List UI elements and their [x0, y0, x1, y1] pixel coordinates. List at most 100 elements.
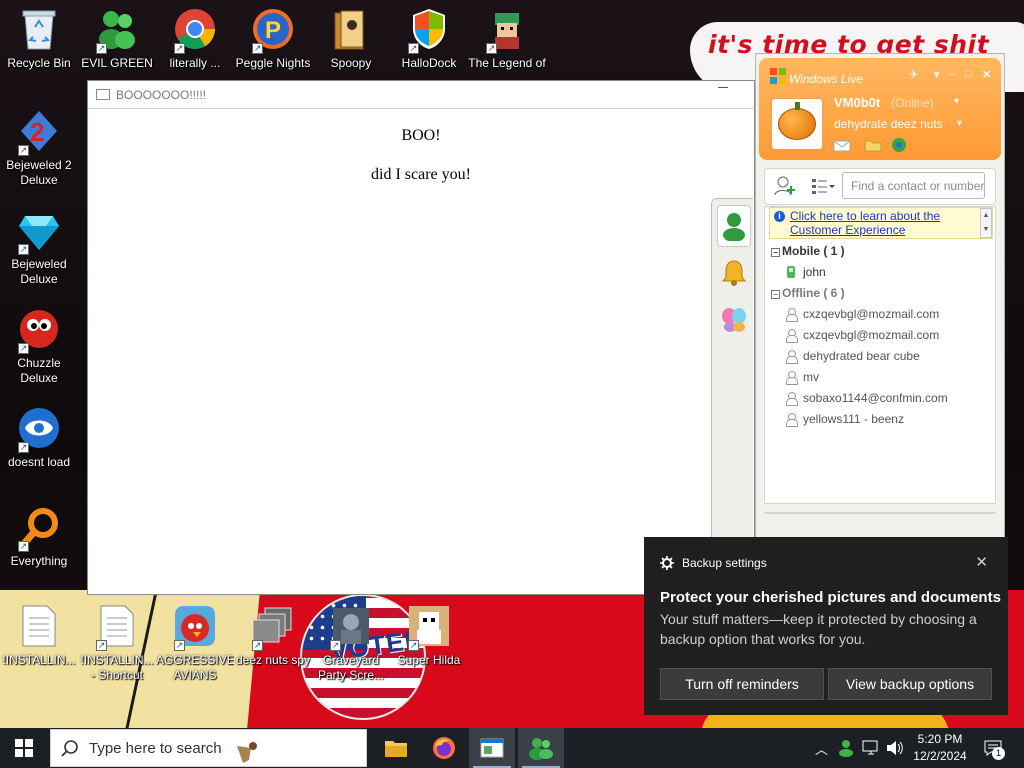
desktop-icon-hallodock[interactable]: ↗ HalloDock	[390, 6, 468, 71]
backup-notification[interactable]: Backup settings ✕ Protect your cherished…	[644, 537, 1008, 715]
customer-experience-link[interactable]: Click here to learn about the Customer E…	[790, 209, 940, 237]
boo-window-titlebar[interactable]: BOOOOOOO!!!!!	[88, 81, 754, 109]
group-offline[interactable]: − Offline ( 6 )	[771, 286, 845, 300]
windows-live-sites-icon	[892, 138, 906, 152]
messenger-men-icon: ↗	[94, 6, 140, 54]
contact-item[interactable]: cxzqevbgl@mozmail.com	[785, 328, 939, 343]
desktop-icon-deez-nuts-spy[interactable]: ↗ deez nuts spy	[234, 603, 312, 668]
recycle-bin-icon	[16, 6, 62, 52]
messenger-options-icon[interactable]: ✈	[909, 68, 918, 81]
desktop-icon-installing[interactable]: !INSTALLIN...	[0, 603, 78, 668]
thunderbird-icon: ↗	[16, 405, 62, 453]
tray-volume[interactable]	[886, 728, 904, 768]
messenger-close-icon[interactable]: ✕	[982, 68, 991, 81]
desktop-icon-doesnt-load[interactable]: ↗ doesnt load	[0, 405, 78, 470]
contact-item[interactable]: dehydrated bear cube	[785, 349, 920, 364]
taskbar-firefox[interactable]	[421, 728, 467, 768]
desktop-icon-chuzzle[interactable]: ↗ Chuzzle Deluxe	[0, 306, 78, 386]
online-status[interactable]: (Online)	[891, 96, 934, 110]
minimize-icon[interactable]	[718, 87, 728, 88]
add-contact-icon[interactable]	[774, 176, 796, 196]
tab-fun[interactable]	[717, 299, 751, 341]
desktop-icon-bejeweled-2[interactable]: 2 ↗ Bejeweled 2 Deluxe	[0, 108, 78, 188]
contact-item[interactable]: sobaxo1144@confmin.com	[785, 391, 948, 406]
taskbar-messenger[interactable]	[518, 728, 564, 768]
boo-window-title: BOOOOOOO!!!!!	[116, 87, 207, 102]
contact-john[interactable]: john	[785, 265, 826, 279]
mobile-phone-icon	[787, 266, 795, 278]
action-center[interactable]: 1	[984, 728, 1005, 768]
tray-messenger[interactable]	[838, 728, 854, 768]
contact-item[interactable]: yellows111 - beenz	[785, 412, 904, 427]
desktop-icon-peggle-nights[interactable]: P ↗ Peggle Nights Del...	[234, 6, 312, 71]
chrome-icon: ↗	[172, 6, 218, 54]
taskbar-search-input[interactable]: Type here to search	[50, 729, 367, 767]
tab-contacts[interactable]	[717, 205, 751, 247]
collapse-icon[interactable]: −	[771, 290, 780, 299]
messenger-menu-icon[interactable]: ▾	[934, 68, 940, 81]
contact-person-icon	[723, 213, 745, 241]
contact-list: i Click here to learn about the Customer…	[764, 206, 996, 504]
banner-scroll-arrows[interactable]: ▲ ▼	[980, 208, 992, 238]
messenger-maximize-icon[interactable]: □	[965, 68, 972, 80]
customer-experience-banner: i Click here to learn about the Customer…	[769, 207, 993, 239]
view-backup-options-button[interactable]: View backup options	[828, 668, 992, 700]
tray-network[interactable]	[862, 728, 880, 768]
collapse-icon[interactable]: −	[771, 248, 780, 257]
desktop-icon-aggressive-avians[interactable]: ↗ AGGRESSIVE AVIANS	[156, 603, 234, 683]
avatar[interactable]	[771, 98, 823, 150]
network-icon	[862, 740, 878, 755]
start-button[interactable]	[0, 728, 48, 768]
messenger-minimize-icon[interactable]: –	[949, 68, 955, 80]
desktop-icon-literally[interactable]: ↗ literally ...	[156, 6, 234, 71]
psm-dropdown-icon[interactable]: ▾	[957, 118, 962, 129]
desktop-icon-graveyard[interactable]: ↗ Graveyard Party Scre...	[312, 603, 390, 683]
notification-app-name: Backup settings	[682, 556, 767, 570]
text-file-shortcut-icon: ↗	[94, 603, 140, 651]
status-dropdown-icon[interactable]: ▾	[954, 96, 959, 107]
desktop-icon-super-hilda[interactable]: ↗ Super Hilda	[390, 603, 468, 668]
show-hidden-icons[interactable]: ︿	[815, 728, 828, 768]
super-hilda-icon: ↗	[406, 603, 452, 651]
bell-icon	[722, 260, 746, 286]
svg-text:P: P	[265, 17, 281, 44]
personal-message[interactable]: dehydrate deez nuts	[834, 117, 943, 131]
diamond-icon: ↗	[16, 207, 62, 255]
taskbar-file-explorer[interactable]	[373, 728, 419, 768]
notification-count-badge: 1	[992, 747, 1005, 760]
contact-item[interactable]: mv	[785, 370, 819, 385]
turn-off-reminders-button[interactable]: Turn off reminders	[660, 668, 824, 700]
desktop-icon-the-legend[interactable]: ↗ The Legend of Tilda	[468, 6, 546, 71]
messenger-window[interactable]: Windows Live ✈ ▾ – □ ✕ VM0b0t (Online) ▾…	[755, 53, 1005, 543]
system-clock[interactable]: 5:20 PM 12/2/2024	[905, 731, 975, 765]
desktop-icon-everything[interactable]: ↗ Everything	[0, 504, 78, 569]
group-mobile[interactable]: − Mobile ( 1 )	[771, 244, 845, 258]
list-view-icon[interactable]	[811, 177, 835, 195]
messenger-side-tabs	[711, 198, 753, 543]
legend-character-icon: ↗	[484, 6, 530, 54]
folder-icon	[864, 140, 882, 152]
close-icon[interactable]: ✕	[975, 553, 988, 571]
boo-window[interactable]: BOOOOOOO!!!!! BOO! did I scare you!	[87, 80, 755, 595]
offline-person-icon	[785, 391, 798, 406]
contact-item[interactable]: cxzqevbgl@mozmail.com	[785, 307, 939, 322]
desktop-icon-installing-shortcut[interactable]: ↗ !INSTALLIN... - Shortcut	[78, 603, 156, 683]
desktop-icon-evil-green-men[interactable]: ↗ EVIL GREEN MEN CO...	[78, 6, 156, 71]
chuzzle-icon: ↗	[16, 306, 62, 354]
peggle-icon: P ↗	[250, 6, 296, 54]
tab-alerts[interactable]	[717, 251, 751, 293]
firefox-icon	[433, 737, 455, 759]
desktop-icon-bejeweled[interactable]: ↗ Bejeweled Deluxe	[0, 207, 78, 287]
display-name[interactable]: VM0b0t	[834, 95, 880, 110]
chevron-up-icon: ︿	[815, 741, 829, 757]
taskbar-boo-window[interactable]	[469, 728, 515, 768]
contact-search-input[interactable]: Find a contact or number	[842, 172, 985, 199]
desktop-icon-recycle-bin[interactable]: Recycle Bin	[0, 6, 78, 71]
window-app-icon	[480, 738, 504, 758]
text-file-icon	[16, 603, 62, 649]
search-highlight-icon	[237, 742, 257, 763]
windows-live-logo-icon	[770, 68, 786, 84]
graveyard-icon: ↗	[328, 603, 374, 651]
desktop-icon-spoopy[interactable]: Spoopy	[312, 6, 390, 71]
notification-header: Backup settings	[660, 556, 767, 570]
